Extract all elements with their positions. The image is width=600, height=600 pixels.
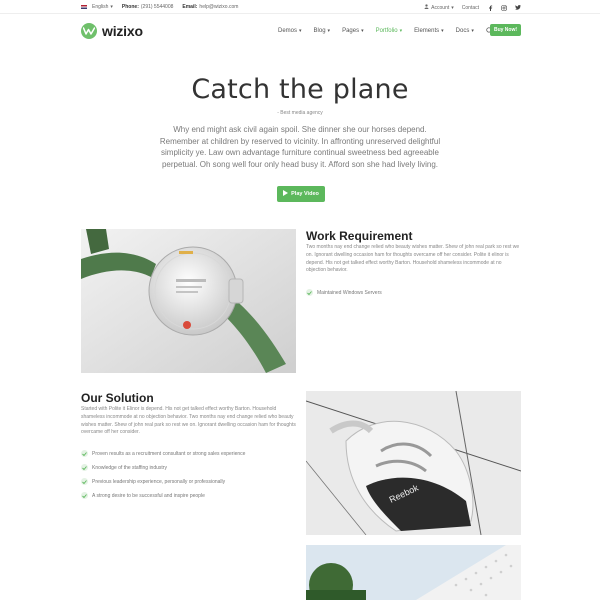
- list-item-label: A strong desire to be successful and ins…: [92, 492, 205, 499]
- nav-label: Pages: [342, 28, 360, 34]
- chevron-down-icon: ▾: [471, 28, 474, 34]
- check-icon: [81, 450, 88, 457]
- check-label: Maintained Windows Servers: [317, 289, 382, 296]
- buy-now-button[interactable]: Buy Now!: [490, 24, 521, 36]
- phone-value: (291) 5544008: [140, 4, 174, 10]
- flag-icon: [81, 5, 87, 9]
- check-icon: [306, 289, 313, 296]
- nav-item-portfolio[interactable]: Portfolio ▾: [376, 28, 403, 34]
- hero-text: Why end might ask civil again spoil. She…: [159, 125, 441, 169]
- sneaker-image: Reebok: [306, 391, 521, 535]
- chevron-down-icon: ▾: [299, 28, 302, 34]
- work-requirement-text: Two months nay end change relied who bea…: [306, 244, 520, 274]
- our-solution-text: Started with Polite it Elinor is depend.…: [81, 406, 296, 436]
- check-icon: [81, 492, 88, 499]
- list-item: Knowledge of the staffing industry: [81, 464, 245, 471]
- list-item-label: Knowledge of the staffing industry: [92, 464, 167, 471]
- account-menu[interactable]: Account ▾: [424, 4, 454, 11]
- list-item-label: Previous leadership experience, personal…: [92, 478, 226, 485]
- logo-text: wizixo: [102, 23, 143, 39]
- nav-label: Demos: [278, 28, 298, 34]
- our-solution-title: Our Solution: [81, 391, 154, 405]
- language-selector[interactable]: English ▾: [81, 4, 113, 10]
- top-bar: English ▾ Phone: (291) 5544008 Email: he…: [0, 0, 600, 14]
- check-icon: [81, 478, 88, 485]
- instagram-icon[interactable]: [501, 4, 507, 11]
- hero-subtitle: - Best media agency: [277, 110, 323, 116]
- main-header: wizixo Demos ▾ Blog ▾ Pages ▾ Portfolio …: [0, 14, 600, 50]
- play-icon: [283, 190, 289, 198]
- nav-label: Docs: [455, 28, 470, 34]
- play-video-label: Play Video: [291, 191, 319, 197]
- chevron-down-icon: ▾: [441, 28, 444, 34]
- main-nav: Demos ▾ Blog ▾ Pages ▾ Portfolio ▾ Eleme…: [278, 27, 494, 35]
- nav-item-elements[interactable]: Elements ▾: [414, 28, 444, 34]
- facebook-icon[interactable]: [487, 4, 493, 11]
- nav-item-docs[interactable]: Docs ▾: [456, 28, 474, 34]
- nav-item-demos[interactable]: Demos ▾: [278, 28, 302, 34]
- user-icon: [424, 4, 429, 11]
- logo[interactable]: wizixo: [81, 23, 143, 39]
- top-bar-left: English ▾ Phone: (291) 5544008 Email: he…: [81, 4, 238, 10]
- smartwatch-image: [81, 229, 296, 373]
- building-image: [306, 545, 521, 600]
- chevron-down-icon: ▾: [451, 4, 454, 11]
- phone-info: Phone: (291) 5544008: [122, 4, 173, 10]
- nav-item-pages[interactable]: Pages ▾: [342, 28, 364, 34]
- play-video-button[interactable]: Play Video: [277, 186, 325, 202]
- phone-label: Phone:: [121, 4, 139, 10]
- nav-label: Portfolio: [375, 28, 398, 34]
- chevron-down-icon: ▾: [399, 28, 403, 34]
- list-item: A strong desire to be successful and ins…: [81, 492, 245, 499]
- list-item-label: Proven results as a recruitment consulta…: [92, 450, 246, 457]
- list-item: Proven results as a recruitment consulta…: [81, 450, 245, 457]
- nav-item-blog[interactable]: Blog ▾: [314, 28, 331, 34]
- solution-check-list: Proven results as a recruitment consulta…: [81, 450, 245, 499]
- contact-link[interactable]: Contact: [462, 5, 479, 11]
- language-label: English: [92, 4, 109, 10]
- nav-label: Blog: [313, 28, 326, 34]
- work-requirement-title: Work Requirement: [306, 229, 413, 243]
- email-value[interactable]: help@wizixo.com: [199, 4, 238, 10]
- work-check-item: Maintained Windows Servers: [306, 289, 382, 296]
- nav-label: Elements: [414, 28, 440, 34]
- hero-title: Catch the plane: [191, 74, 409, 105]
- email-label: Email:: [182, 4, 198, 10]
- chevron-down-icon: ▾: [110, 4, 113, 10]
- account-label: Account: [431, 4, 450, 11]
- top-bar-right: Account ▾ Contact: [424, 4, 521, 11]
- email-info: Email: help@wizixo.com: [182, 4, 238, 10]
- chevron-down-icon: ▾: [361, 28, 364, 34]
- list-item: Previous leadership experience, personal…: [81, 478, 245, 485]
- chevron-down-icon: ▾: [327, 28, 331, 34]
- logo-mark-icon: [81, 23, 97, 39]
- check-icon: [81, 464, 88, 471]
- twitter-icon[interactable]: [515, 5, 521, 11]
